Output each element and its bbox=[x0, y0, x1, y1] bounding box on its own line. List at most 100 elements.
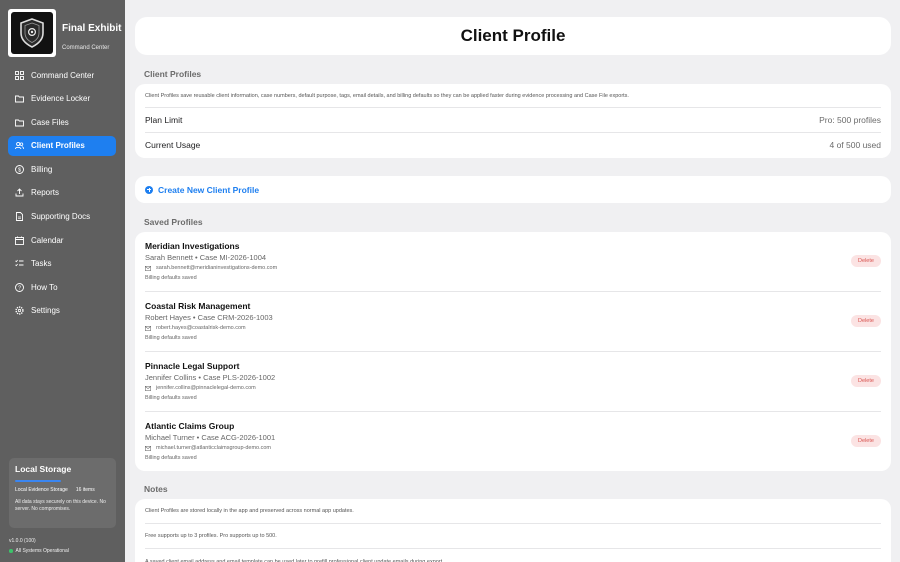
profile-billing-status: Billing defaults saved bbox=[145, 335, 197, 341]
client-profiles-description-row: Client Profiles save reusable client inf… bbox=[145, 84, 881, 108]
profile-billing-status: Billing defaults saved bbox=[145, 455, 197, 461]
create-new-client-profile-button[interactable]: Create New Client Profile bbox=[135, 176, 891, 203]
main-content: Client Profile Client Profiles Client Pr… bbox=[125, 0, 900, 562]
storage-progress-bar bbox=[15, 480, 61, 482]
saved-profiles-section-label: Saved Profiles bbox=[144, 217, 203, 227]
current-usage-row: Current Usage 4 of 500 used bbox=[145, 133, 881, 157]
users-icon bbox=[15, 141, 24, 150]
sidebar-item-label: Evidence Locker bbox=[31, 94, 91, 104]
profile-email-text: robert.hayes@coastalrisk-demo.com bbox=[156, 325, 246, 331]
app-subtitle: Command Center bbox=[62, 45, 110, 51]
grid-icon bbox=[15, 70, 24, 80]
sidebar-item-settings[interactable]: Settings bbox=[8, 301, 116, 321]
client-profiles-description: Client Profiles save reusable client inf… bbox=[145, 92, 629, 99]
sidebar-item-billing[interactable]: $ Billing bbox=[8, 159, 116, 179]
help-circle-icon: ? bbox=[15, 282, 24, 292]
profile-name: Coastal Risk Management bbox=[145, 301, 251, 311]
notes-card: Client Profiles are stored locally in th… bbox=[135, 499, 891, 562]
client-profiles-section-label: Client Profiles bbox=[144, 69, 202, 79]
profile-billing-status: Billing defaults saved bbox=[145, 395, 197, 401]
local-storage-card: Local Storage Local Evidence Storage 16 … bbox=[9, 458, 116, 528]
profile-billing-status: Billing defaults saved bbox=[145, 275, 197, 281]
storage-label: Local Evidence Storage bbox=[15, 487, 68, 493]
document-icon bbox=[15, 212, 24, 222]
sidebar-item-how-to[interactable]: ? How To bbox=[8, 277, 116, 297]
profile-item[interactable]: Coastal Risk Management Robert Hayes • C… bbox=[145, 292, 881, 352]
profile-email-text: michael.turner@atlanticclaimsgroup-demo.… bbox=[156, 445, 272, 451]
sidebar-item-label: Case Files bbox=[31, 117, 69, 127]
sidebar-item-supporting-docs[interactable]: Supporting Docs bbox=[8, 207, 116, 227]
saved-profiles-card: Meridian Investigations Sarah Bennett • … bbox=[135, 232, 891, 471]
mail-icon bbox=[145, 265, 151, 271]
profile-name: Meridian Investigations bbox=[145, 241, 240, 251]
note-item: Free supports up to 3 profiles. Pro supp… bbox=[145, 524, 881, 549]
sidebar-item-label: Supporting Docs bbox=[31, 212, 91, 222]
storage-note: All data stays securely on this device. … bbox=[15, 499, 106, 512]
notes-section-label: Notes bbox=[144, 484, 168, 494]
folder-icon bbox=[15, 118, 24, 127]
app-title: Final Exhibit bbox=[62, 23, 122, 34]
create-new-client-profile-label: Create New Client Profile bbox=[158, 184, 260, 195]
profile-email-text: sarah.bennett@meridianinvestigations-dem… bbox=[156, 265, 278, 271]
page-header: Client Profile bbox=[135, 17, 891, 55]
profile-email: robert.hayes@coastalrisk-demo.com bbox=[145, 325, 246, 331]
profile-name: Atlantic Claims Group bbox=[145, 421, 235, 431]
profile-item[interactable]: Meridian Investigations Sarah Bennett • … bbox=[145, 232, 881, 292]
plus-circle-icon bbox=[145, 185, 153, 194]
brand: Final Exhibit Command Center bbox=[8, 9, 123, 57]
system-status-text: All Systems Operational bbox=[15, 548, 69, 554]
profile-email: jennifer.collins@pinnaclelegal-demo.com bbox=[145, 385, 256, 391]
sidebar-item-label: Calendar bbox=[31, 235, 64, 245]
mail-icon bbox=[145, 325, 151, 331]
sidebar-item-label: How To bbox=[31, 282, 58, 292]
note-item: A saved client email address and email t… bbox=[145, 558, 444, 562]
delete-button[interactable]: Delete bbox=[851, 375, 881, 387]
sidebar-item-command-center[interactable]: Command Center bbox=[8, 65, 116, 85]
profile-item[interactable]: Atlantic Claims Group Michael Turner • C… bbox=[145, 412, 881, 472]
svg-text:?: ? bbox=[18, 285, 21, 291]
gear-icon bbox=[15, 306, 24, 316]
upload-icon bbox=[15, 188, 24, 197]
mail-icon bbox=[145, 385, 151, 391]
current-usage-value: 4 of 500 used bbox=[829, 140, 881, 150]
sidebar-item-label: Command Center bbox=[31, 70, 95, 80]
sidebar-item-tasks[interactable]: Tasks bbox=[8, 254, 116, 274]
calendar-icon bbox=[15, 236, 24, 245]
profile-meta: Jennifer Collins • Case PLS-2026-1002 bbox=[145, 373, 276, 382]
folder-icon bbox=[15, 94, 24, 103]
mail-icon bbox=[145, 445, 151, 451]
sidebar-item-client-profiles[interactable]: Client Profiles bbox=[8, 135, 116, 156]
system-status: All Systems Operational bbox=[9, 548, 69, 554]
sidebar-item-reports[interactable]: Reports bbox=[8, 183, 116, 203]
note-item: Client Profiles are stored locally in th… bbox=[145, 499, 881, 524]
profile-item[interactable]: Pinnacle Legal Support Jennifer Collins … bbox=[145, 352, 881, 412]
status-dot-icon bbox=[9, 549, 13, 553]
client-profiles-card: Client Profiles save reusable client inf… bbox=[135, 84, 891, 158]
sidebar-item-label: Billing bbox=[31, 164, 53, 174]
plan-limit-label: Plan Limit bbox=[145, 115, 183, 125]
dollar-circle-icon: $ bbox=[15, 164, 24, 174]
current-usage-label: Current Usage bbox=[145, 140, 201, 150]
profile-email-text: jennifer.collins@pinnaclelegal-demo.com bbox=[156, 385, 256, 391]
profile-email: sarah.bennett@meridianinvestigations-dem… bbox=[145, 265, 277, 271]
page-title: Client Profile bbox=[460, 26, 566, 45]
svg-text:$: $ bbox=[18, 167, 21, 173]
delete-button[interactable]: Delete bbox=[851, 255, 881, 267]
sidebar-item-case-files[interactable]: Case Files bbox=[8, 112, 116, 132]
delete-button[interactable]: Delete bbox=[851, 435, 881, 447]
plan-limit-value: Pro: 500 profiles bbox=[819, 115, 881, 125]
delete-button[interactable]: Delete bbox=[851, 315, 881, 327]
storage-title: Local Storage bbox=[15, 464, 72, 474]
sidebar-item-evidence-locker[interactable]: Evidence Locker bbox=[8, 89, 116, 109]
profile-email: michael.turner@atlanticclaimsgroup-demo.… bbox=[145, 445, 271, 451]
storage-count: 16 items bbox=[75, 487, 95, 493]
sidebar-item-calendar[interactable]: Calendar bbox=[8, 230, 116, 250]
profile-meta: Michael Turner • Case ACG-2026-1001 bbox=[145, 433, 276, 442]
app-logo bbox=[8, 9, 56, 57]
profile-meta: Robert Hayes • Case CRM-2026-1003 bbox=[145, 313, 273, 322]
sidebar-nav: Command Center Evidence Locker Case File… bbox=[8, 65, 116, 325]
sidebar-item-label: Client Profiles bbox=[31, 141, 85, 151]
plan-limit-row: Plan Limit Pro: 500 profiles bbox=[145, 108, 881, 133]
sidebar-item-label: Tasks bbox=[31, 259, 52, 269]
profile-meta: Sarah Bennett • Case MI-2026-1004 bbox=[145, 253, 267, 262]
